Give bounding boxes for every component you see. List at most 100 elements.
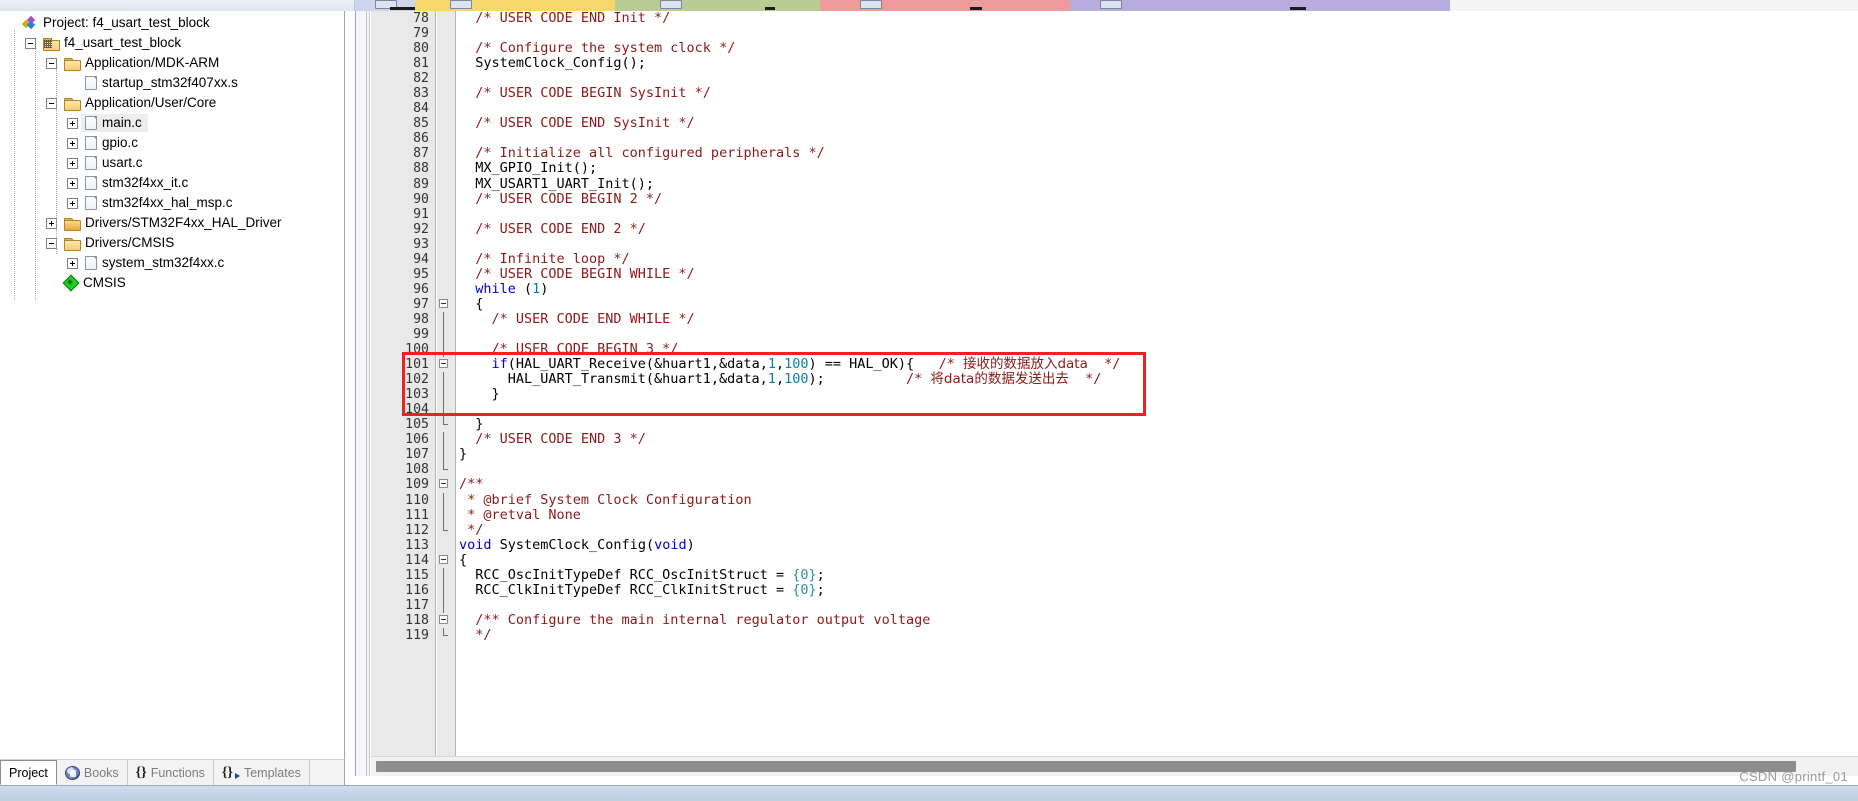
code-line[interactable]: 101 if(HAL_UART_Receive(&huart1,&data,1,1… [371, 357, 1858, 373]
tree-item-content[interactable]: stm32f4xx_it.c [81, 174, 194, 192]
project-pane[interactable]: Project: f4_usart_test_block f4_usart_tes… [0, 11, 345, 759]
code-line[interactable]: 85 /* USER CODE END SysInit */ [371, 116, 1858, 132]
code-line[interactable]: 95 /* USER CODE BEGIN WHILE */ [371, 266, 1858, 282]
tab-templates[interactable]: {} Templates [214, 760, 310, 785]
code-line[interactable]: 84 [371, 101, 1858, 116]
code-line[interactable]: 114 { [371, 552, 1858, 568]
project-pane-tabs[interactable]: Project Books{} Functions{} Templates [0, 759, 345, 785]
code-line[interactable]: 105} [371, 417, 1858, 433]
toolbar-strip[interactable] [0, 0, 1858, 11]
code-line[interactable]: 87 /* Initialize all configured periphera… [371, 146, 1858, 162]
tree-item-stm32f4xx-hal-msp-c[interactable]: stm32f4xx_hal_msp.c [0, 193, 344, 213]
code-line[interactable]: 115 RCC_OscInitTypeDef RCC_OscInitStruct … [371, 567, 1858, 583]
fold-collapse-icon[interactable] [439, 554, 448, 564]
tree-item-main-c[interactable]: main.c [0, 113, 344, 133]
fold-collapse-icon[interactable] [439, 614, 448, 624]
code-line[interactable]: 91 [371, 207, 1858, 222]
code-line[interactable]: 116 RCC_ClkInitTypeDef RCC_ClkInitStruct … [371, 582, 1858, 598]
code-line[interactable]: 106 /* USER CODE END 3 */ [371, 432, 1858, 448]
tree-item-content[interactable]: Application/MDK-ARM [60, 54, 225, 72]
code-editor[interactable]: 78 /* USER CODE END Init */ 79 80 /* Configu… [355, 11, 1858, 776]
tree-item-drivers-cmsis[interactable]: Drivers/CMSIS [0, 233, 344, 253]
code-line[interactable]: 82 [371, 71, 1858, 86]
tree-item-content[interactable]: gpio.c [81, 134, 144, 152]
code-line[interactable]: 97 { [371, 296, 1858, 312]
tree-item-application-user-core[interactable]: Application/User/Core [0, 93, 344, 113]
tree-item-content[interactable]: Project: f4_usart_test_block [18, 14, 216, 32]
code-line[interactable]: 94 /* Infinite loop */ [371, 251, 1858, 267]
code-text-area[interactable]: 78 /* USER CODE END Init */ 79 80 /* Configu… [371, 11, 1858, 756]
tree-item-content[interactable]: f4_usart_test_block [39, 34, 187, 52]
tree-item-content[interactable]: system_stm32f4xx.c [81, 254, 230, 272]
code-line[interactable]: 111 * @retval None [371, 507, 1858, 523]
code-line[interactable]: 117 [371, 597, 1858, 613]
fold-collapse-icon[interactable] [439, 479, 448, 489]
code-line[interactable]: 86 [371, 131, 1858, 146]
tree-item-content[interactable]: Drivers/CMSIS [60, 234, 180, 252]
expand-icon[interactable] [67, 137, 78, 149]
tree-item-drivers-stm32f4xx-hal-driver[interactable]: Drivers/STM32F4xx_HAL_Driver [0, 213, 344, 233]
code-line[interactable]: 108 [371, 462, 1858, 477]
expand-icon[interactable] [67, 177, 78, 189]
code-line[interactable]: 109 /** [371, 477, 1858, 493]
tree-item-usart-c[interactable]: usart.c [0, 153, 344, 173]
code-line[interactable]: 98 /* USER CODE END WHILE */ [371, 311, 1858, 327]
tab-functions[interactable]: {} Functions [128, 760, 214, 785]
tree-item-startup-stm32f407xx-s[interactable]: startup_stm32f407xx.s [0, 73, 344, 93]
tab-books[interactable]: Books [57, 760, 128, 785]
code-line[interactable]: 110 * @brief System Clock Configuration [371, 492, 1858, 508]
tree-item-content[interactable]: startup_stm32f407xx.s [81, 74, 244, 92]
toolbar-dropdown-icon[interactable] [450, 0, 472, 9]
code-line[interactable]: 107} [371, 447, 1858, 463]
code-line[interactable]: 103} [371, 387, 1858, 403]
toolbar-group-3[interactable] [820, 0, 1070, 11]
code-line[interactable]: 78 /* USER CODE END Init */ [371, 11, 1858, 26]
expand-icon[interactable] [67, 117, 78, 129]
code-line[interactable]: 96 while (1) [371, 281, 1858, 297]
expand-icon[interactable] [67, 197, 78, 209]
fold-collapse-icon[interactable] [439, 298, 448, 308]
tree-item-cmsis[interactable]: CMSIS [0, 273, 344, 293]
code-line[interactable]: 88 MX_GPIO_Init(); [371, 161, 1858, 177]
tree-item-content[interactable]: usart.c [81, 154, 149, 172]
toolbar-dropdown-icon[interactable] [660, 0, 682, 9]
fold-collapse-icon[interactable] [439, 359, 448, 369]
expand-icon[interactable] [67, 257, 78, 269]
toolbar-group-1[interactable] [415, 0, 615, 11]
collapse-icon[interactable] [46, 57, 57, 69]
code-line[interactable]: 100 /* USER CODE BEGIN 3 */ [371, 342, 1858, 358]
tree-item-content[interactable]: main.c [81, 114, 148, 132]
code-line[interactable]: 104 [371, 402, 1858, 418]
tree-item-stm32f4xx-it-c[interactable]: stm32f4xx_it.c [0, 173, 344, 193]
code-line[interactable]: 99 [371, 326, 1858, 343]
tree-item-f4-usart-test-block[interactable]: f4_usart_test_block [0, 33, 344, 53]
code-line[interactable]: 113 void SystemClock_Config(void) [371, 537, 1858, 553]
tree-item-gpio-c[interactable]: gpio.c [0, 133, 344, 153]
code-line[interactable]: 118 /** Configure the main internal regul… [371, 612, 1858, 628]
code-line[interactable]: 119 */ [371, 627, 1858, 643]
project-tree[interactable]: Project: f4_usart_test_block f4_usart_tes… [0, 11, 344, 293]
tree-item-content[interactable]: stm32f4xx_hal_msp.c [81, 194, 239, 212]
tree-item-application-mdk-arm[interactable]: Application/MDK-ARM [0, 53, 344, 73]
collapse-icon[interactable] [25, 37, 36, 49]
toolbar-group-2[interactable] [615, 0, 820, 11]
tree-item-project-f4-usart-test-block[interactable]: Project: f4_usart_test_block [0, 13, 344, 33]
toolbar-group-4[interactable] [1070, 0, 1450, 11]
code-line[interactable]: 89 MX_USART1_UART_Init(); [371, 176, 1858, 192]
tree-item-system-stm32f4xx-c[interactable]: system_stm32f4xx.c [0, 253, 344, 273]
tab-project[interactable]: Project [0, 760, 57, 785]
code-line[interactable]: 102 HAL_UART_Transmit(&huart1,&data,1,100… [371, 372, 1858, 388]
editor-horizontal-scroll-thumb[interactable] [376, 761, 1796, 772]
editor-horizontal-scrollbar[interactable] [371, 756, 1858, 776]
code-line[interactable]: 79 [371, 26, 1858, 41]
code-line[interactable]: 92 /* USER CODE END 2 */ [371, 221, 1858, 237]
code-line[interactable]: 80 /* Configure the system clock */ [371, 41, 1858, 57]
toolbar-dropdown-icon[interactable] [860, 0, 882, 9]
code-line[interactable]: 90 /* USER CODE BEGIN 2 */ [371, 191, 1858, 207]
code-line[interactable]: 112 */ [371, 522, 1858, 538]
code-line[interactable]: 93 [371, 237, 1858, 252]
code-line[interactable]: 83 /* USER CODE BEGIN SysInit */ [371, 86, 1858, 102]
tree-item-content[interactable]: CMSIS [60, 274, 132, 292]
tree-item-content[interactable]: Application/User/Core [60, 94, 222, 112]
expand-icon[interactable] [67, 157, 78, 169]
